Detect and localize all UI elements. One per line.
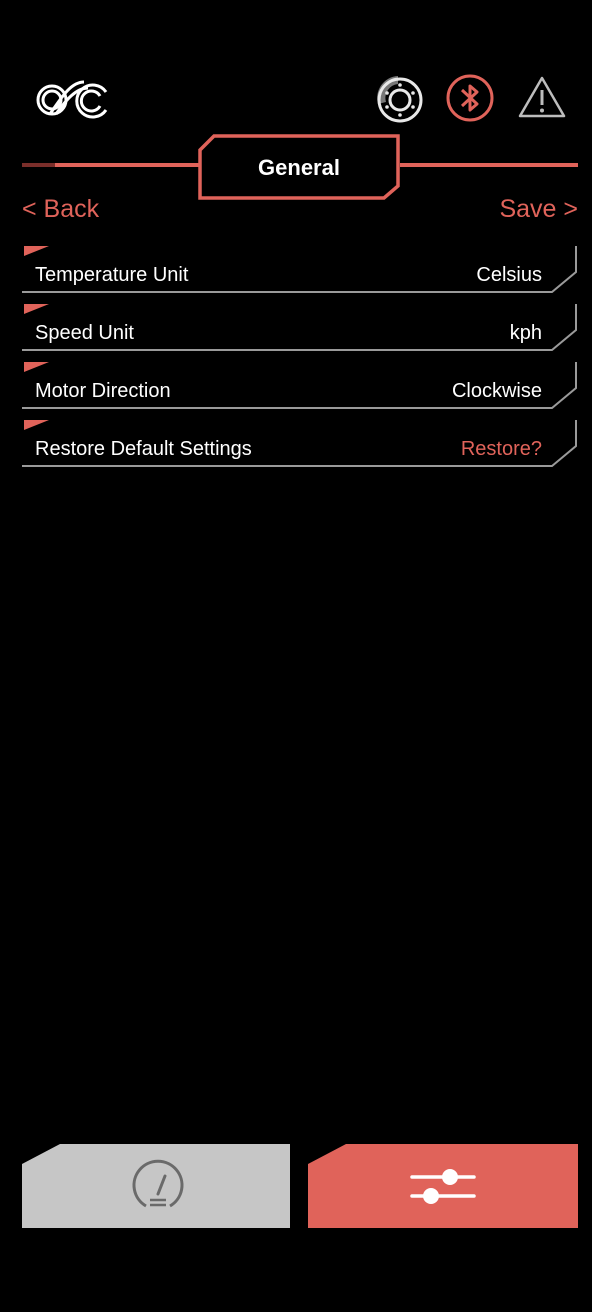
setting-label: Temperature Unit [35, 264, 189, 286]
setting-label: Restore Default Settings [35, 438, 252, 460]
setting-row-speed-unit[interactable]: Speed Unit kph [22, 302, 580, 352]
tab-dashboard[interactable] [22, 1144, 292, 1230]
sliders-icon [410, 1169, 476, 1204]
setting-value: Celsius [476, 264, 542, 286]
page-title: General [258, 155, 340, 180]
setting-label: Motor Direction [35, 380, 171, 402]
setting-row-temperature-unit[interactable]: Temperature Unit Celsius [22, 244, 580, 294]
save-button[interactable]: Save > [499, 192, 578, 226]
restore-button[interactable]: Restore? [461, 436, 542, 462]
bluetooth-icon[interactable] [444, 72, 496, 124]
setting-row-restore-defaults[interactable]: Restore Default Settings Restore? [22, 418, 580, 468]
brand-logo [30, 70, 116, 122]
warning-icon[interactable] [516, 72, 568, 124]
setting-row-motor-direction[interactable]: Motor Direction Clockwise [22, 360, 580, 410]
speedometer-icon [132, 1159, 184, 1208]
back-button[interactable]: < Back [22, 192, 99, 226]
setting-value: Clockwise [451, 380, 542, 402]
setting-value: kph [509, 322, 542, 344]
setting-label: Speed Unit [35, 322, 134, 344]
tab-settings[interactable] [308, 1144, 578, 1230]
brake-disc-icon[interactable] [372, 72, 424, 124]
